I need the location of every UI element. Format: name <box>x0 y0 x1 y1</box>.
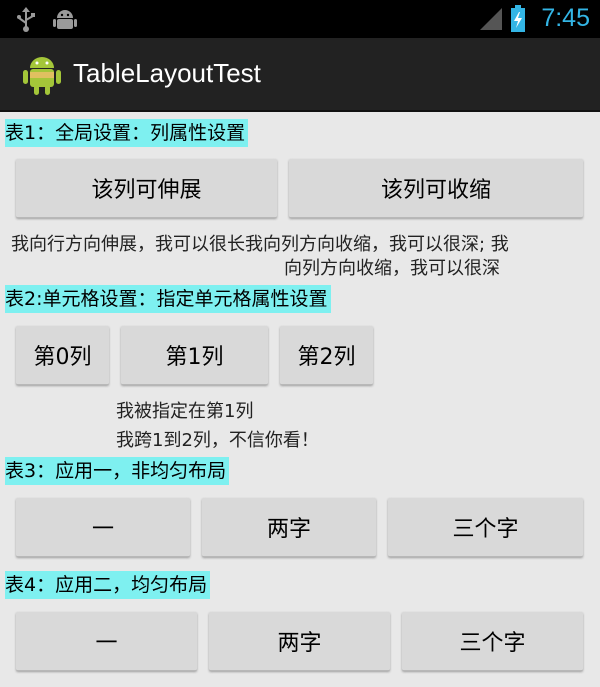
shrink-column-button[interactable]: 该列可收缩 <box>289 159 583 218</box>
column2-button[interactable]: 第2列 <box>280 326 373 385</box>
table1-label: 表1：全局设置：列属性设置 <box>5 119 249 147</box>
action-bar: TableLayoutTest <box>0 38 600 112</box>
table3-button-three-chars[interactable]: 三个字 <box>388 498 583 557</box>
stretch-column-button[interactable]: 该列可伸展 <box>16 159 277 218</box>
table3-button-one[interactable]: 一 <box>16 498 190 557</box>
clock: 7:45 <box>541 4 590 32</box>
table2-text-line1: 我被指定在第1列 <box>116 401 254 422</box>
table2-label: 表2:单元格设置：指定单元格属性设置 <box>5 285 331 313</box>
battery-icon <box>511 5 525 32</box>
column0-button[interactable]: 第0列 <box>16 326 109 385</box>
status-bar: 7:45 <box>0 0 600 38</box>
signal-icon <box>480 8 502 30</box>
table3-button-two-chars[interactable]: 两字 <box>202 498 376 557</box>
table3-label: 表3：应用一，非均匀布局 <box>5 457 230 485</box>
table1-text-line2: 向列方向收缩，我可以很深 <box>284 258 500 279</box>
table4-button-three-chars[interactable]: 三个字 <box>402 612 583 671</box>
android-debug-icon <box>53 10 77 29</box>
table4-button-two-chars[interactable]: 两字 <box>209 612 390 671</box>
table4-button-one[interactable]: 一 <box>16 612 197 671</box>
column1-button[interactable]: 第1列 <box>121 326 268 385</box>
android-app-icon <box>23 57 61 95</box>
table4-label: 表4：应用二，均匀布局 <box>5 571 211 599</box>
usb-icon <box>17 7 35 32</box>
app-title: TableLayoutTest <box>73 58 261 88</box>
table1-text-line1: 我向行方向伸展，我可以很长我向列方向收缩，我可以很深; 我 <box>11 234 509 255</box>
table2-text-line2: 我跨1到2列，不信你看！ <box>116 430 319 451</box>
